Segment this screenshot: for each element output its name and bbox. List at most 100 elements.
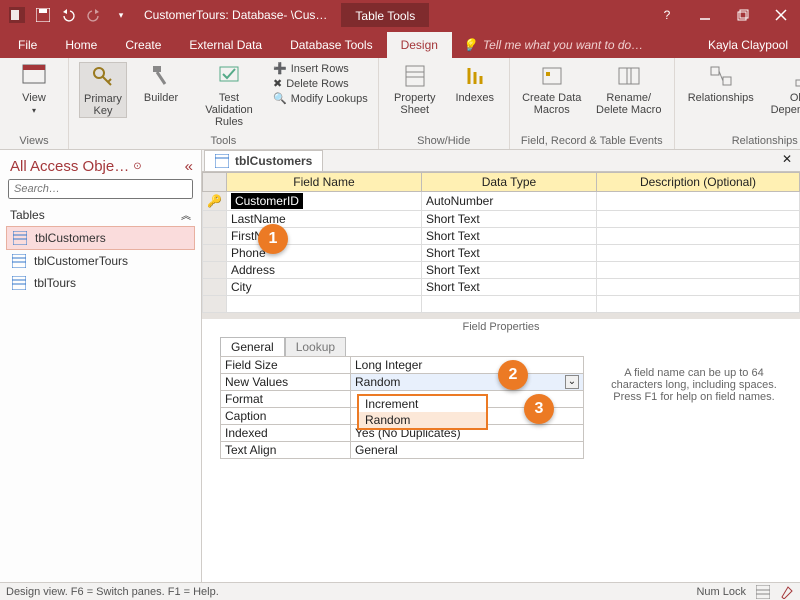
navigation-pane: All Access Obje… ⊙ « Tables ︽ tblCustome… — [0, 150, 202, 582]
nav-item-label: tblCustomers — [35, 231, 106, 245]
new-values-dropdown[interactable]: Increment Random — [357, 394, 488, 430]
design-grid[interactable]: Field Name Data Type Description (Option… — [202, 172, 800, 313]
rename-macro-icon — [615, 62, 643, 90]
rename-delete-macro-button[interactable]: Rename/ Delete Macro — [594, 62, 664, 116]
lookup-icon: 🔍 — [273, 92, 287, 105]
redo-icon[interactable] — [86, 6, 104, 24]
field-row[interactable] — [203, 296, 800, 313]
status-bar: Design view. F6 = Switch panes. F1 = Hel… — [0, 582, 800, 600]
group-label-tools: Tools — [211, 133, 237, 147]
minimize-icon[interactable] — [696, 6, 714, 24]
nav-item-tblcustomertours[interactable]: tblCustomerTours — [6, 250, 195, 272]
field-row[interactable]: LastNameShort Text — [203, 211, 800, 228]
view-icon — [20, 62, 48, 90]
tab-general[interactable]: General — [220, 337, 285, 356]
group-label-rel: Relationships — [732, 133, 798, 147]
tab-file[interactable]: File — [4, 32, 51, 58]
col-field-name[interactable]: Field Name — [226, 173, 421, 192]
group-label-showhide: Show/Hide — [417, 133, 470, 147]
nav-item-label: tblCustomerTours — [34, 254, 128, 268]
tab-create[interactable]: Create — [111, 32, 175, 58]
nav-search-input[interactable] — [8, 179, 193, 199]
object-tab[interactable]: tblCustomers — [204, 150, 323, 171]
col-description[interactable]: Description (Optional) — [596, 173, 799, 192]
table-icon — [12, 276, 26, 290]
object-tab-label: tblCustomers — [235, 154, 312, 168]
dropdown-option[interactable]: Increment — [359, 396, 486, 412]
window-title: CustomerTours: Database- \Cus… — [144, 8, 327, 22]
insert-rows-button[interactable]: ➕Insert Rows — [273, 62, 368, 75]
numlock-indicator: Num Lock — [696, 586, 746, 598]
insert-row-icon: ➕ — [273, 62, 287, 75]
object-dependencies-button[interactable]: Object Dependencies — [767, 62, 800, 116]
close-object-icon[interactable]: ✕ — [774, 150, 800, 171]
bulb-icon: 💡 — [462, 38, 477, 52]
dropdown-arrow-icon[interactable]: ⌄ — [565, 375, 579, 389]
dropdown-option[interactable]: Random — [359, 412, 486, 428]
tell-me-search[interactable]: 💡 Tell me what you want to do… — [452, 32, 653, 58]
field-row[interactable]: PhoneShort Text — [203, 245, 800, 262]
modify-lookups-button[interactable]: 🔍Modify Lookups — [273, 92, 368, 105]
tell-me-placeholder: Tell me what you want to do… — [483, 38, 643, 52]
tab-home[interactable]: Home — [51, 32, 111, 58]
property-sheet-icon — [401, 62, 429, 90]
field-row[interactable]: CityShort Text — [203, 279, 800, 296]
prop-new-values[interactable]: Random⌄ — [351, 374, 584, 391]
callout-1: 1 — [258, 224, 288, 254]
dependencies-icon — [792, 62, 800, 90]
tab-database-tools[interactable]: Database Tools — [276, 32, 387, 58]
relationships-button[interactable]: Relationships — [685, 62, 757, 104]
view-button[interactable]: View ▾ — [10, 62, 58, 115]
help-icon[interactable]: ? — [658, 6, 676, 24]
builder-button[interactable]: Builder — [137, 62, 185, 104]
tab-lookup[interactable]: Lookup — [285, 337, 346, 356]
data-type-cell[interactable]: AutoNumber — [421, 192, 596, 211]
col-data-type[interactable]: Data Type — [421, 173, 596, 192]
table-icon — [12, 254, 26, 268]
nav-item-tblcustomers[interactable]: tblCustomers — [6, 226, 195, 250]
nav-header[interactable]: All Access Obje… — [10, 158, 129, 175]
restore-icon[interactable] — [734, 6, 752, 24]
access-app-icon — [8, 6, 26, 24]
validation-icon — [215, 62, 243, 90]
primary-key-button[interactable]: Primary Key — [79, 62, 127, 118]
nav-item-label: tblTours — [34, 276, 76, 290]
macro-icon — [538, 62, 566, 90]
user-name[interactable]: Kayla Claypool — [696, 32, 800, 58]
nav-collapse-icon[interactable]: « — [185, 158, 193, 175]
tab-external-data[interactable]: External Data — [175, 32, 276, 58]
prop-field-size[interactable]: Long Integer — [351, 357, 584, 374]
field-row[interactable]: AddressShort Text — [203, 262, 800, 279]
datasheet-view-icon[interactable] — [756, 585, 770, 599]
callout-2: 2 — [498, 360, 528, 390]
contextual-tab-label: Table Tools — [341, 3, 429, 27]
tab-design[interactable]: Design — [387, 32, 452, 58]
field-row[interactable]: 🔑 CustomerID AutoNumber — [203, 192, 800, 211]
create-data-macros-button[interactable]: Create Data Macros — [520, 62, 584, 116]
status-text: Design view. F6 = Switch panes. F1 = Hel… — [6, 586, 219, 598]
delete-rows-button[interactable]: ✖Delete Rows — [273, 77, 368, 90]
indexes-icon — [461, 62, 489, 90]
prop-text-align[interactable]: General — [351, 442, 584, 459]
collapse-group-icon[interactable]: ︽ — [181, 207, 191, 222]
close-icon[interactable] — [772, 6, 790, 24]
field-properties-label: Field Properties — [202, 319, 800, 337]
group-label-fre: Field, Record & Table Events — [521, 133, 663, 147]
undo-icon[interactable] — [60, 6, 78, 24]
group-label-views: Views — [19, 133, 48, 147]
primary-key-icon: 🔑 — [207, 194, 222, 208]
nav-group-tables[interactable]: Tables ︽ — [0, 205, 201, 226]
test-validation-button[interactable]: Test Validation Rules — [195, 62, 263, 128]
qat-customize-icon[interactable]: ▾ — [112, 6, 130, 24]
nav-dropdown-icon[interactable]: ⊙ — [133, 161, 141, 172]
nav-item-tbltours[interactable]: tblTours — [6, 272, 195, 294]
field-name-cell[interactable]: CustomerID — [231, 193, 303, 209]
property-sheet-button[interactable]: Property Sheet — [389, 62, 441, 116]
property-tip: A field name can be up to 64 characters … — [594, 337, 794, 459]
ribbon: View ▾ Views Primary Key Builder Test Va… — [0, 58, 800, 150]
indexes-button[interactable]: Indexes — [451, 62, 499, 104]
table-icon — [13, 231, 27, 245]
save-icon[interactable] — [34, 6, 52, 24]
design-view-icon[interactable] — [780, 585, 794, 599]
field-row[interactable]: FirstNameShort Text — [203, 228, 800, 245]
